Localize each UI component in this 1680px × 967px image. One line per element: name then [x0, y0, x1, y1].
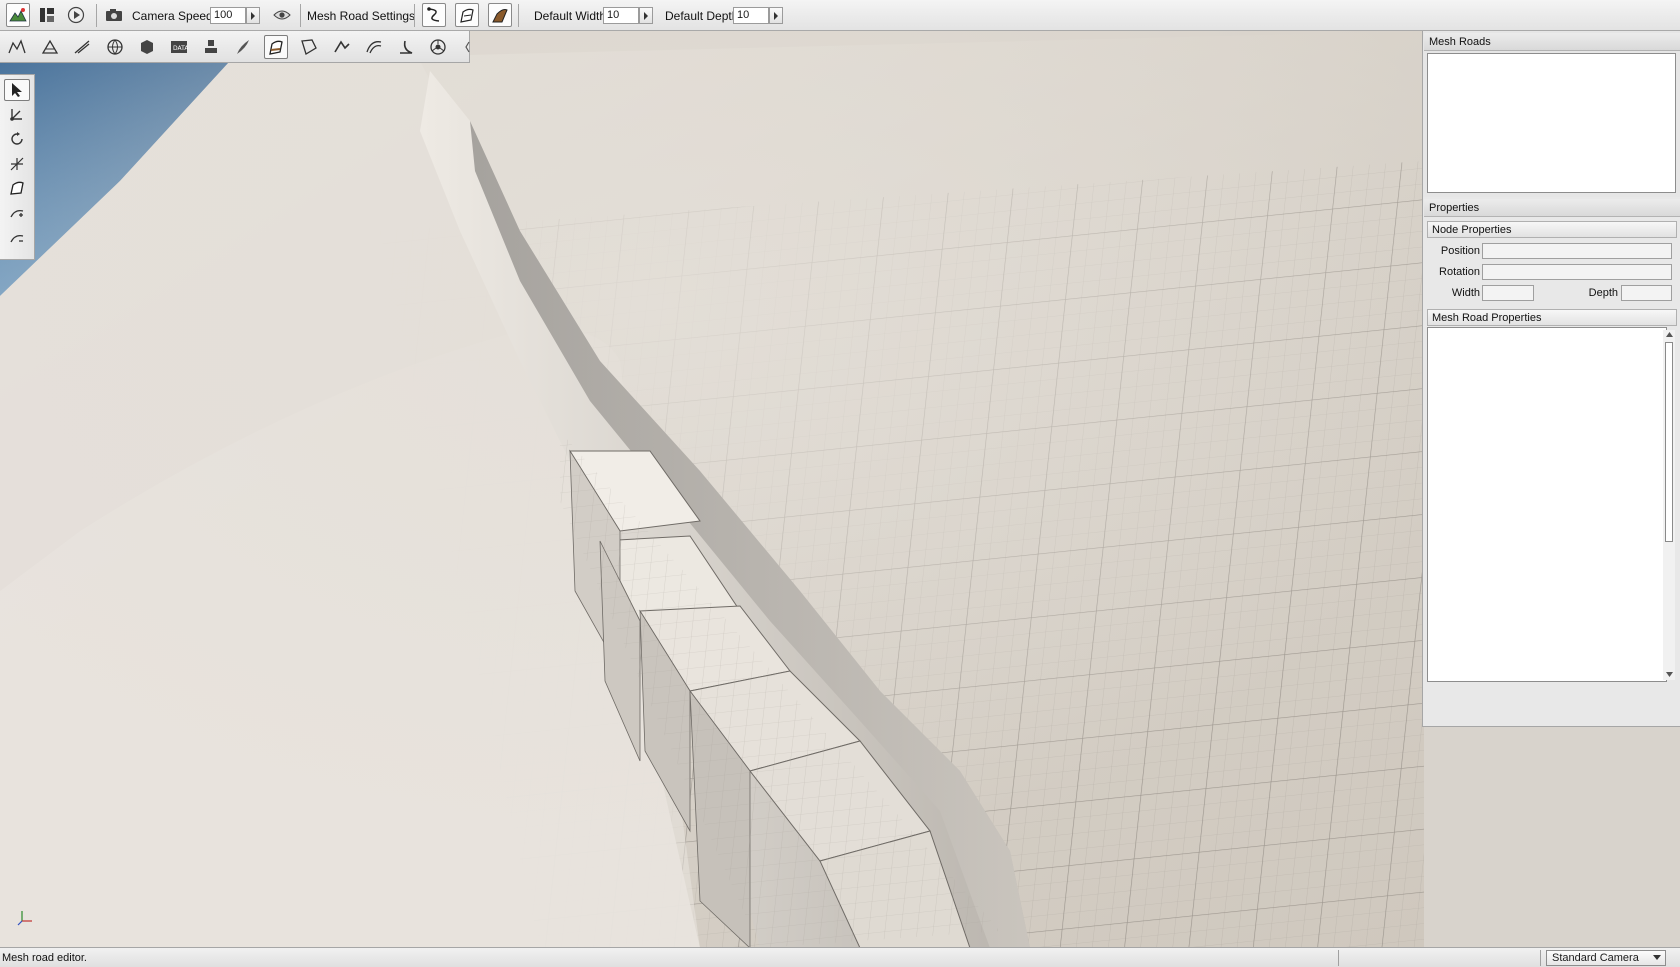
road-paint-icon[interactable]	[488, 3, 512, 27]
width-field[interactable]	[1482, 285, 1534, 301]
move-node-icon[interactable]	[4, 103, 30, 125]
add-road-icon[interactable]	[4, 177, 30, 199]
properties-title: Properties	[1424, 199, 1680, 217]
select-arrow-icon[interactable]	[4, 79, 30, 101]
particle-editor-icon[interactable]	[362, 35, 386, 59]
remove-node-icon[interactable]	[4, 227, 30, 249]
road-add-icon[interactable]	[455, 3, 479, 27]
default-width-input[interactable]: 10	[603, 7, 639, 24]
depth-field[interactable]	[1621, 285, 1672, 301]
scene-render	[0, 31, 1424, 948]
camera-icon[interactable]	[102, 3, 126, 27]
camera-mode-value: Standard Camera	[1552, 952, 1639, 964]
inspector-scrollbar[interactable]	[1663, 330, 1675, 680]
decal-editor-icon[interactable]	[199, 35, 223, 59]
mesh-road-settings-label: Mesh Road Settings	[307, 9, 416, 23]
mesh-road-tools	[0, 74, 35, 260]
visibility-eye-icon[interactable]	[270, 3, 294, 27]
chevron-right-icon	[644, 11, 648, 20]
layout-icon[interactable]	[35, 3, 59, 27]
road-editor-icon[interactable]	[70, 35, 94, 59]
chevron-down-icon	[1653, 955, 1661, 960]
mesh-roads-list[interactable]	[1427, 53, 1676, 193]
scroll-up-icon[interactable]	[1664, 330, 1674, 339]
road-select-icon[interactable]	[422, 3, 446, 27]
default-depth-increment-button[interactable]	[769, 7, 783, 24]
camera-mode-select[interactable]: Standard Camera	[1546, 950, 1666, 966]
material-editor-icon[interactable]	[426, 35, 450, 59]
default-width-label: Default Width	[534, 9, 607, 23]
status-bar: Mesh road editor. Standard Camera	[0, 947, 1680, 967]
rotation-label: Rotation	[1439, 266, 1480, 278]
chevron-right-icon	[774, 11, 778, 20]
status-message: Mesh road editor.	[2, 952, 87, 964]
3d-viewport[interactable]	[0, 31, 1424, 948]
scroll-down-icon[interactable]	[1664, 670, 1674, 679]
main-toolbar: Camera Speed 100 Mesh Road Settings Defa…	[0, 0, 1680, 31]
rotate-node-icon[interactable]	[4, 128, 30, 150]
position-label: Position	[1440, 245, 1480, 257]
mesh-roads-title: Mesh Roads	[1424, 33, 1680, 51]
rotation-field[interactable]	[1482, 264, 1672, 280]
camera-speed-input[interactable]: 100	[210, 7, 246, 24]
camera-speed-label: Camera Speed	[132, 9, 213, 23]
mesh-road-editor-icon[interactable]	[264, 35, 288, 59]
mesh-road-properties-inspector[interactable]	[1427, 327, 1667, 682]
scale-node-icon[interactable]	[4, 153, 30, 175]
camera-speed-increment-button[interactable]	[246, 7, 260, 24]
default-depth-input[interactable]: 10	[733, 7, 769, 24]
scroll-thumb[interactable]	[1665, 342, 1673, 542]
default-width-increment-button[interactable]	[639, 7, 653, 24]
shape-editor-icon[interactable]	[394, 35, 418, 59]
svg-text:DATA: DATA	[173, 45, 188, 52]
width-label: Width	[1451, 287, 1480, 299]
navmesh-editor-icon[interactable]	[330, 35, 354, 59]
play-icon[interactable]	[64, 3, 88, 27]
terrain-painter-icon[interactable]	[38, 35, 62, 59]
depth-label: Depth	[1588, 287, 1618, 299]
default-depth-label: Default Depth	[665, 9, 739, 23]
editor-palette: DATA	[0, 31, 470, 63]
position-field[interactable]	[1482, 243, 1672, 259]
chevron-right-icon	[251, 11, 255, 20]
world-editor-icon[interactable]	[6, 3, 30, 27]
object-editor-icon[interactable]	[135, 35, 159, 59]
terrain-editor-icon[interactable]	[5, 35, 29, 59]
insert-node-icon[interactable]	[4, 202, 30, 224]
mesh-road-properties-header[interactable]: Mesh Road Properties	[1427, 309, 1677, 326]
datablock-editor-icon[interactable]: DATA	[167, 35, 191, 59]
palette-collapse-icon[interactable]	[465, 41, 470, 53]
river-editor-icon[interactable]	[231, 35, 255, 59]
forest-editor-icon[interactable]	[103, 35, 127, 59]
node-properties-header[interactable]: Node Properties	[1427, 221, 1677, 238]
convex-editor-icon[interactable]	[297, 35, 321, 59]
